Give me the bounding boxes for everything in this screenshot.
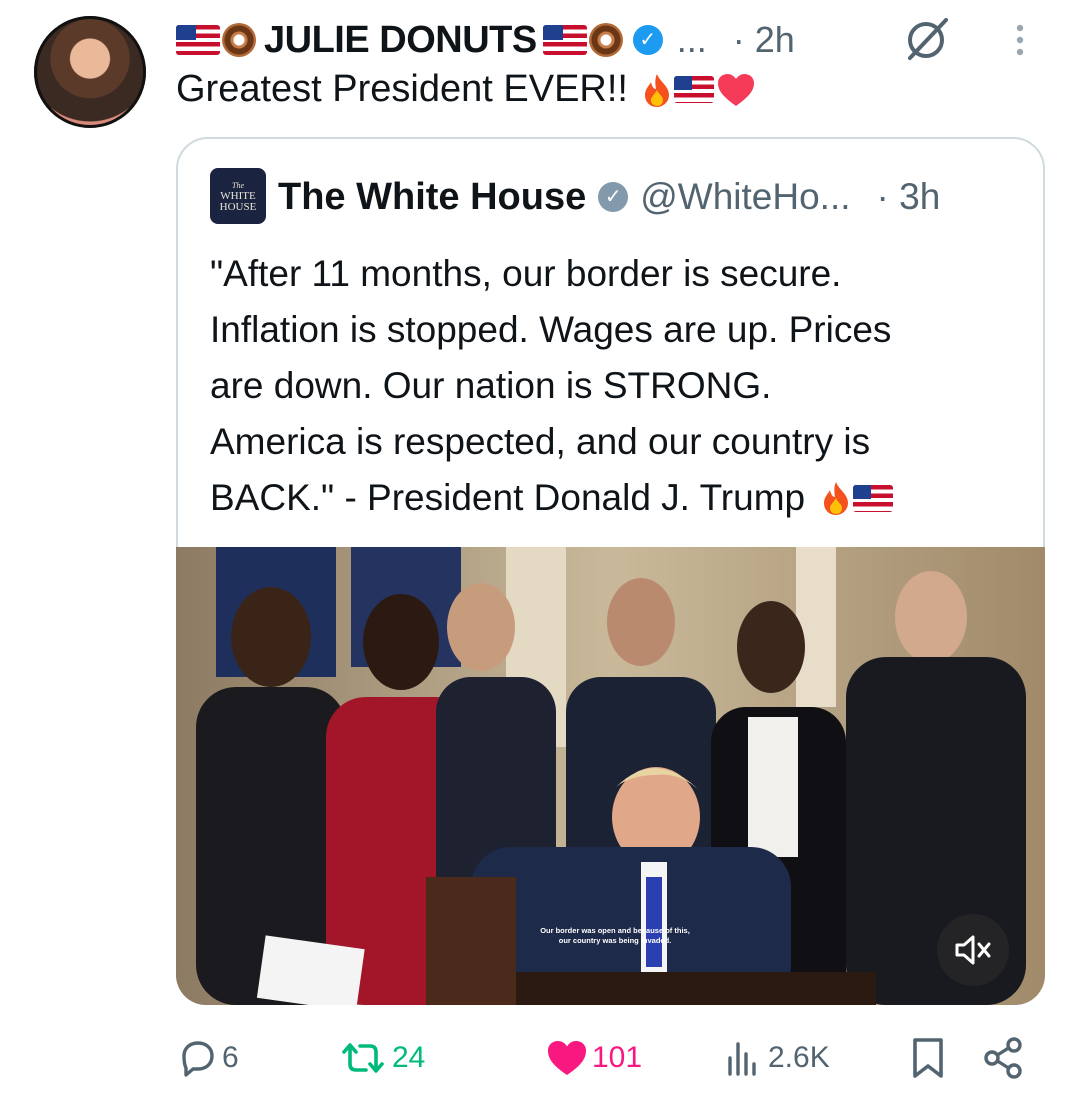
donut-icon xyxy=(588,23,623,57)
volume-button[interactable] xyxy=(937,914,1009,986)
flag-us-icon xyxy=(542,25,587,55)
quoted-text-line: America is respected, and our country is xyxy=(210,421,871,462)
flag-us-icon xyxy=(176,25,220,55)
quoted-author-avatar[interactable]: The WHITE HOUSE xyxy=(210,168,266,224)
author-handle-truncated[interactable]: ... xyxy=(677,19,707,61)
post-timestamp[interactable]: · 2h xyxy=(733,19,795,61)
repost-count: 24 xyxy=(392,1041,426,1074)
repost-icon xyxy=(342,1043,384,1073)
quoted-post-header: The White House ✓ @WhiteHo... · 3h xyxy=(278,170,940,224)
quoted-text-line: "After 11 months, our border is secure. xyxy=(210,253,842,294)
author-avatar[interactable] xyxy=(34,16,146,128)
like-count: 101 xyxy=(592,1041,643,1074)
author-display-name[interactable]: JULIE DONUTS xyxy=(264,19,537,62)
share-icon[interactable] xyxy=(982,1036,1026,1080)
reply-icon xyxy=(182,1041,214,1077)
avatar-text: HOUSE xyxy=(219,200,257,213)
like-button[interactable]: 101 xyxy=(546,1034,642,1082)
caption-line: our country was being invaded. xyxy=(558,936,672,945)
quoted-author-handle[interactable]: @WhiteHo... xyxy=(640,176,850,218)
post-header: JULIE DONUTS ✓ ... · 2h xyxy=(176,14,795,66)
post-text: Greatest President EVER!! xyxy=(176,68,756,111)
fire-icon xyxy=(644,73,669,107)
quoted-text-line: BACK." - President Donald J. Trump xyxy=(210,470,1010,526)
repost-button[interactable]: 24 xyxy=(338,1034,425,1082)
quoted-post-timestamp[interactable]: · 3h xyxy=(877,176,941,218)
more-icon[interactable] xyxy=(1010,20,1030,60)
quoted-author-name[interactable]: The White House xyxy=(278,176,586,219)
verified-badge-icon[interactable]: ✓ xyxy=(632,25,663,55)
reply-count: 6 xyxy=(222,1041,239,1074)
quoted-text-line: are down. Our nation is STRONG. xyxy=(210,365,772,406)
bookmark-icon[interactable] xyxy=(908,1036,948,1080)
views-button[interactable]: 2.6K xyxy=(724,1034,830,1082)
flag-us-icon xyxy=(853,484,894,512)
fire-icon xyxy=(824,482,849,515)
video-caption: Our border was open and because of this,… xyxy=(500,926,730,946)
volume-icon xyxy=(955,935,991,965)
donut-icon xyxy=(222,23,256,57)
quoted-text-line-content: BACK." - President Donald J. Trump xyxy=(210,477,806,518)
grok-icon[interactable] xyxy=(902,16,952,62)
avatar-text: The xyxy=(232,180,244,190)
post-text-content: Greatest President EVER!! xyxy=(176,68,628,110)
avatar-text: WHITE xyxy=(220,189,256,202)
verified-badge-icon[interactable]: ✓ xyxy=(598,182,629,212)
view-count: 2.6K xyxy=(768,1041,830,1074)
like-icon xyxy=(548,1041,586,1075)
views-icon xyxy=(728,1042,756,1076)
reply-button[interactable]: 6 xyxy=(178,1034,239,1082)
quoted-text-line: Inflation is stopped. Wages are up. Pric… xyxy=(210,309,892,350)
flag-us-icon xyxy=(673,76,714,103)
heart-icon xyxy=(717,73,754,106)
quoted-post-text: "After 11 months, our border is secure. … xyxy=(210,246,1010,526)
caption-line: Our border was open and because of this, xyxy=(540,926,690,935)
